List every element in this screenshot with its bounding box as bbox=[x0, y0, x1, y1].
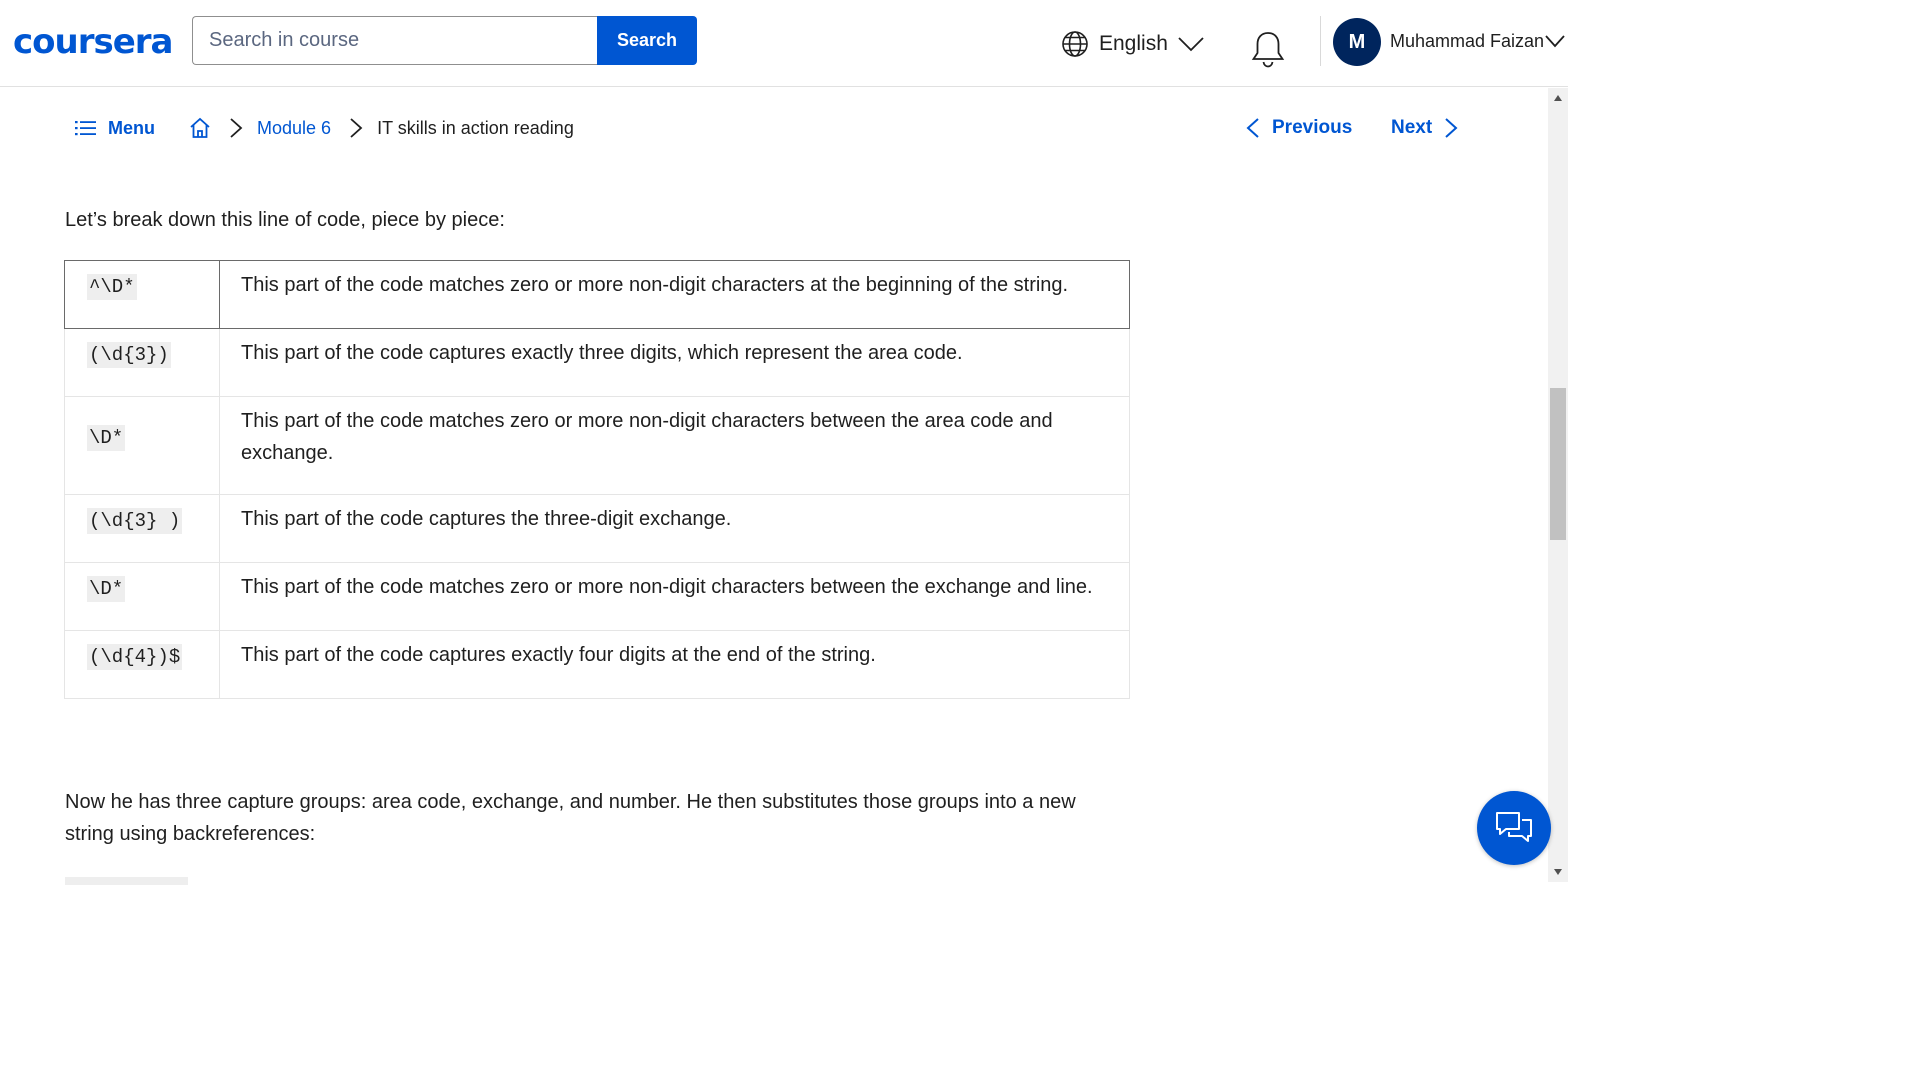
language-label: English bbox=[1099, 32, 1168, 55]
chevron-right-icon bbox=[350, 118, 363, 138]
code-cell: \D* bbox=[64, 396, 220, 495]
user-name[interactable]: Muhammad Faizan bbox=[1390, 31, 1544, 52]
description-cell: This part of the code captures the three… bbox=[219, 494, 1130, 563]
previous-label: Previous bbox=[1272, 117, 1353, 138]
globe-icon bbox=[1062, 31, 1088, 57]
avatar[interactable]: M bbox=[1333, 18, 1381, 66]
code-cell: (\d{4})$ bbox=[64, 630, 220, 699]
chat-assistant-button[interactable] bbox=[1477, 791, 1551, 865]
page-scrollbar[interactable] bbox=[1548, 88, 1568, 882]
menu-label: Menu bbox=[108, 117, 155, 138]
chevron-right-icon bbox=[1445, 118, 1458, 138]
chevron-right-icon bbox=[230, 118, 243, 138]
breadcrumb-current-page: IT skills in action reading bbox=[377, 117, 574, 138]
search-input[interactable] bbox=[192, 16, 598, 65]
body-paragraph: Now he has three capture groups: area co… bbox=[65, 791, 1076, 845]
scroll-down-arrow[interactable] bbox=[1548, 862, 1568, 882]
table-row: \D* This part of the code matches zero o… bbox=[64, 562, 1130, 631]
regex-breakdown-table: ^\D* This part of the code matches zero … bbox=[64, 260, 1130, 699]
breadcrumb: Menu Module 6 IT skills in action readin… bbox=[75, 114, 574, 142]
code-snippet: (\d{4})$ bbox=[87, 644, 183, 670]
code-cell: ^\D* bbox=[64, 260, 220, 329]
table-row: (\d{3}) This part of the code captures e… bbox=[64, 328, 1130, 397]
table-row: \D* This part of the code matches zero o… bbox=[64, 396, 1130, 495]
header-divider bbox=[1320, 16, 1321, 66]
chevron-left-icon bbox=[1246, 118, 1259, 138]
description-cell: This part of the code captures exactly f… bbox=[219, 630, 1130, 699]
top-navigation-bar: coursera Search English M Muhammad Faiza… bbox=[0, 0, 1568, 87]
chevron-down-icon[interactable] bbox=[1545, 34, 1565, 48]
code-snippet: (\d{3} ) bbox=[87, 508, 183, 534]
scroll-up-arrow[interactable] bbox=[1548, 88, 1568, 108]
description-cell: This part of the code matches zero or mo… bbox=[219, 396, 1130, 495]
code-cell: \D* bbox=[64, 562, 220, 631]
table-row: (\d{3} ) This part of the code captures … bbox=[64, 494, 1130, 563]
scrollbar-thumb[interactable] bbox=[1550, 388, 1566, 540]
home-icon[interactable] bbox=[189, 117, 211, 139]
description-cell: This part of the code matches zero or mo… bbox=[219, 260, 1130, 329]
code-snippet: \D* bbox=[87, 425, 126, 451]
course-search: Search bbox=[192, 16, 697, 65]
next-label: Next bbox=[1391, 117, 1433, 138]
chat-icon bbox=[1496, 812, 1532, 842]
list-icon bbox=[75, 121, 96, 136]
coursera-logo[interactable]: coursera bbox=[13, 20, 173, 64]
code-snippet: ^\D* bbox=[87, 274, 137, 300]
code-cell: (\d{3}) bbox=[64, 328, 220, 397]
previous-button[interactable]: Previous bbox=[1246, 114, 1352, 142]
table-row: ^\D* This part of the code matches zero … bbox=[64, 260, 1130, 329]
code-snippet: (\d{3}) bbox=[87, 342, 171, 368]
menu-button[interactable]: Menu bbox=[75, 118, 155, 139]
code-block-partial bbox=[65, 877, 188, 885]
chevron-down-icon bbox=[1178, 37, 1204, 52]
breadcrumb-module-link[interactable]: Module 6 bbox=[257, 118, 331, 139]
code-cell: (\d{3} ) bbox=[64, 494, 220, 563]
description-cell: This part of the code matches zero or mo… bbox=[219, 562, 1130, 631]
intro-text: Let’s break down this line of code, piec… bbox=[65, 209, 505, 231]
description-cell: This part of the code captures exactly t… bbox=[219, 328, 1130, 397]
table-row: (\d{4})$ This part of the code captures … bbox=[64, 630, 1130, 699]
search-button[interactable]: Search bbox=[597, 16, 697, 65]
language-selector[interactable]: English bbox=[1061, 28, 1204, 60]
bell-icon[interactable] bbox=[1250, 30, 1286, 68]
next-button[interactable]: Next bbox=[1391, 114, 1458, 142]
code-snippet: \D* bbox=[87, 576, 126, 602]
